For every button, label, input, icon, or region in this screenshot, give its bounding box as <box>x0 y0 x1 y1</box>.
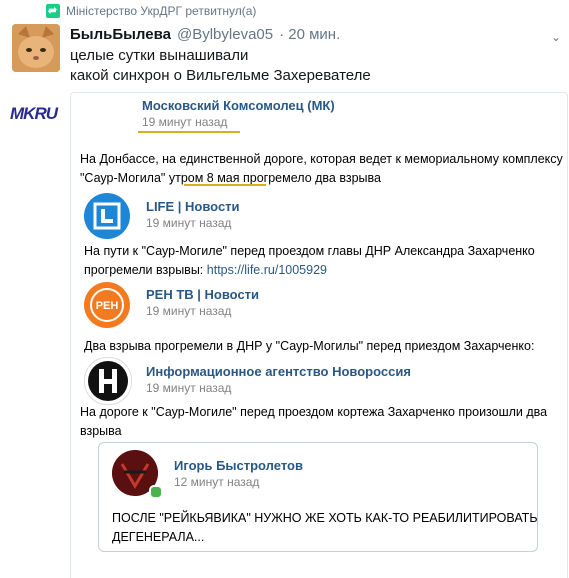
post-text-line: ДЕГЕНЕРАЛА... <box>112 530 205 544</box>
post-author-name[interactable]: Московский Комсомолец (МК) <box>142 98 335 113</box>
post-time[interactable]: 19 минут назад <box>142 115 227 129</box>
ren-logo-text: РЕН <box>96 300 119 312</box>
post-text-line: На дороге к "Саур-Могиле" перед проездом… <box>80 405 548 419</box>
post-link[interactable]: https://life.ru/1005929 <box>207 263 327 277</box>
highlight-underline <box>184 184 266 186</box>
retweet-header: Міністерство УкрДРГ ретвитнул(а) <box>46 4 256 18</box>
tweet-text-line: целые сутки вынашивали <box>70 47 249 64</box>
life-logo[interactable] <box>84 193 130 239</box>
ren-logo[interactable]: РЕН <box>84 282 130 328</box>
chevron-down-icon[interactable]: ⌄ <box>551 30 561 44</box>
author-handle[interactable]: @Bylbyleva05 <box>177 26 273 43</box>
post-text-line: взрыва <box>80 424 122 438</box>
post-time[interactable]: 19 минут назад <box>146 381 231 395</box>
retweet-label[interactable]: Міністерство УкрДРГ ретвитнул(а) <box>66 4 256 18</box>
tweet-time[interactable]: · 20 мин. <box>279 26 340 43</box>
mk-logo: MKRU <box>10 104 58 123</box>
post-text-line: На Донбассе, на единственной дороге, кот… <box>80 152 563 166</box>
post-text-line: "Саур-Могила" утром 8 мая прогремело два… <box>80 171 381 185</box>
post-time[interactable]: 19 минут назад <box>146 304 231 318</box>
post-text: ПОСЛЕ "РЕЙКЬЯВИКА" НУЖНО ЖЕ ХОТЬ КАК-ТО … <box>112 509 538 547</box>
post-text-fragment: прогремели взрывы: <box>84 263 207 277</box>
post-text: На пути к "Саур-Могиле" перед проездом г… <box>84 242 535 280</box>
post-text-line: ПОСЛЕ "РЕЙКЬЯВИКА" НУЖНО ЖЕ ХОТЬ КАК-ТО … <box>112 511 538 525</box>
post-time[interactable]: 19 минут назад <box>146 216 231 230</box>
post-author-name[interactable]: Информационное агентство Новороссия <box>146 364 411 379</box>
tweet-header: БыльБылева @Bylbyleva05 · 20 мин. <box>70 26 340 43</box>
post-text: Два взрыва прогремели в ДНР у "Саур-Моги… <box>84 339 535 353</box>
post-time[interactable]: 12 минут назад <box>174 475 259 489</box>
avatar[interactable] <box>12 24 60 72</box>
post-text: На дороге к "Саур-Могиле" перед проездом… <box>80 403 547 441</box>
online-status-icon <box>149 485 163 499</box>
highlight-underline <box>138 131 240 133</box>
post-author-name[interactable]: LIFE | Новости <box>146 199 240 214</box>
post-text-line: На пути к "Саур-Могиле" перед проездом г… <box>84 244 535 258</box>
author-name[interactable]: БыльБылева <box>70 26 171 43</box>
post-text: На Донбассе, на единственной дороге, кот… <box>80 150 563 188</box>
tweet-text-line: какой синхрон о Вильгельме Захеревателе <box>70 67 371 84</box>
post-author-name[interactable]: РЕН ТВ | Новости <box>146 287 259 302</box>
post-author-name[interactable]: Игорь Быстролетов <box>174 458 303 473</box>
retweet-icon <box>46 4 60 18</box>
tweet-text: целые сутки вынашивали какой синхрон о В… <box>70 46 371 86</box>
post-text-line: прогремели взрывы: https://life.ru/10059… <box>84 261 535 280</box>
novorossia-logo[interactable] <box>84 357 132 405</box>
